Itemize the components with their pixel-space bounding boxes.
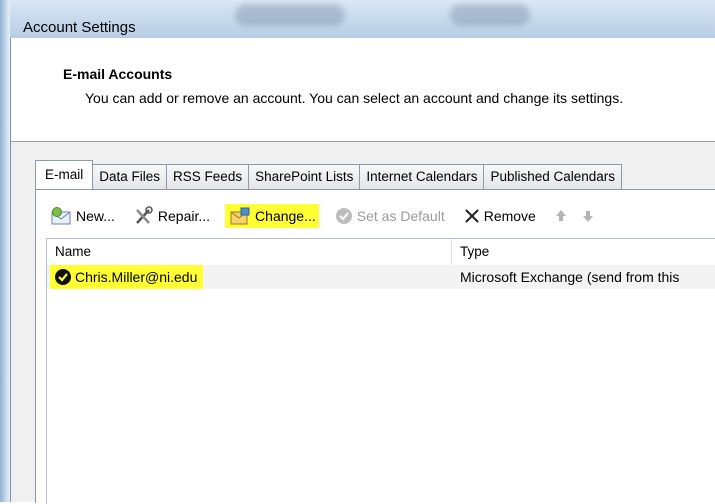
- tab-data-files[interactable]: Data Files: [92, 164, 168, 189]
- account-type: Microsoft Exchange (send from this: [460, 269, 680, 285]
- account-toolbar: New... Repair... Change... Set as Defaul…: [46, 202, 613, 230]
- title-bar-blur: [235, 4, 345, 26]
- remove-icon: [464, 209, 479, 223]
- tab-rss-feeds[interactable]: RSS Feeds: [166, 164, 250, 189]
- move-up-icon: [555, 210, 566, 221]
- account-email: Chris.Miller@ni.edu: [75, 269, 198, 285]
- account-name-cell: Chris.Miller@ni.edu: [50, 265, 204, 289]
- default-account-check-icon: [55, 269, 71, 285]
- column-header-name[interactable]: Name: [47, 239, 452, 265]
- header-box: E-mail Accounts You can add or remove an…: [11, 38, 715, 142]
- account-row[interactable]: Chris.Miller@ni.edu Microsoft Exchange (…: [47, 265, 715, 289]
- set-as-default-button[interactable]: Set as Default: [331, 204, 448, 228]
- change-button[interactable]: Change...: [225, 204, 319, 228]
- column-header-type[interactable]: Type: [453, 239, 715, 265]
- new-account-button[interactable]: New...: [46, 204, 118, 228]
- list-header: Name Type: [47, 239, 715, 266]
- change-label: Change...: [255, 208, 316, 224]
- tab-email[interactable]: E-mail: [35, 160, 94, 189]
- tab-sharepoint-lists[interactable]: SharePoint Lists: [248, 164, 361, 189]
- title-bar-blur: [450, 4, 530, 26]
- set-as-default-label: Set as Default: [356, 208, 445, 224]
- tab-strip: E-mail Data Files RSS Feeds SharePoint L…: [35, 160, 623, 189]
- remove-button[interactable]: Remove: [460, 204, 539, 228]
- tab-internet-calendars[interactable]: Internet Calendars: [359, 164, 485, 189]
- section-title: E-mail Accounts: [63, 66, 173, 82]
- window-left-edge: [0, 0, 10, 502]
- account-list: Name Type Chris.Miller@ni.edu Microsoft …: [46, 238, 715, 504]
- change-icon: [230, 207, 250, 225]
- move-up-button[interactable]: [551, 204, 574, 228]
- move-down-button[interactable]: [578, 204, 601, 228]
- repair-button[interactable]: Repair...: [130, 204, 213, 228]
- window-title: Account Settings: [23, 19, 136, 36]
- dialog-body: E-mail Accounts You can add or remove an…: [10, 38, 715, 504]
- repair-icon: [135, 206, 153, 224]
- section-description: You can add or remove an account. You ca…: [85, 90, 624, 106]
- remove-label: Remove: [483, 208, 536, 224]
- tab-panel-email: New... Repair... Change... Set as Defaul…: [35, 189, 715, 504]
- set-default-icon: [335, 208, 352, 224]
- new-account-label: New...: [76, 208, 115, 224]
- title-bar: Account Settings: [10, 0, 715, 38]
- repair-label: Repair...: [157, 208, 211, 224]
- new-account-icon: [51, 207, 71, 225]
- tab-published-calendars[interactable]: Published Calendars: [483, 164, 623, 189]
- move-down-icon: [582, 211, 593, 222]
